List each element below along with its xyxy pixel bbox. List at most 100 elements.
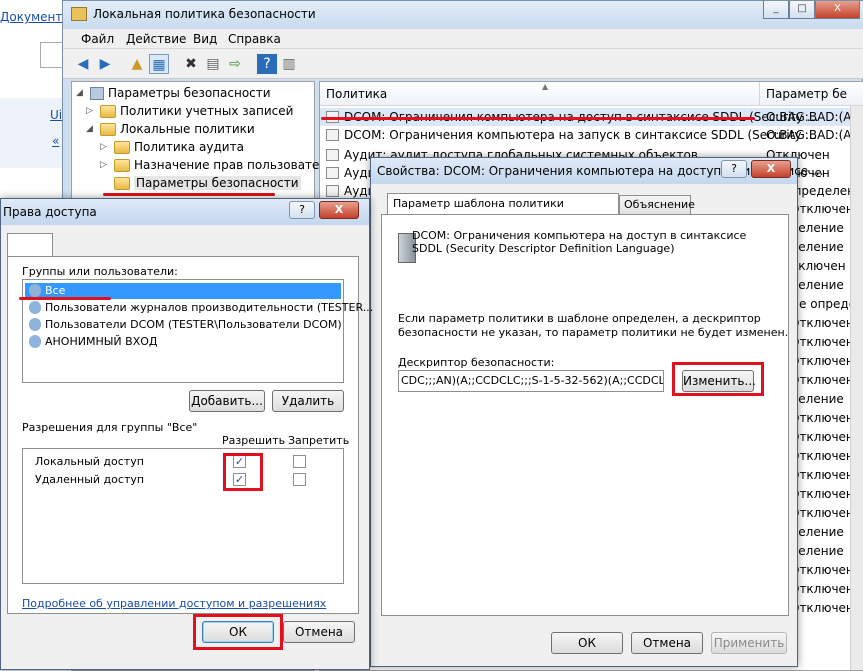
users-list: Все Пользователи журналов производительн…	[22, 279, 373, 383]
apply-button[interactable]: Применить	[711, 632, 787, 654]
vertical-scrollbar[interactable]	[850, 106, 863, 670]
dialog-titlebar: Права доступа ? X	[1, 199, 369, 225]
permissions-label: Разрешения для группы "Все"	[22, 421, 198, 434]
list-item[interactable]: АНОНИМНЫЙ ВХОД	[25, 334, 341, 350]
tree-root[interactable]: ◢ Параметры безопасности	[76, 86, 271, 100]
access-dialog: Права доступа ? X Группы или пользовател…	[0, 198, 373, 670]
groups-label: Группы или пользователи:	[22, 265, 178, 278]
value-cell: Отключен	[790, 506, 854, 520]
value-cell: деление	[790, 544, 844, 558]
background-link[interactable]: «	[52, 134, 59, 148]
forward-icon[interactable]: ▶	[95, 54, 115, 74]
tab-security[interactable]	[7, 233, 53, 257]
menu-view[interactable]: Вид	[193, 32, 217, 46]
deny-checkbox[interactable]	[293, 455, 306, 468]
red-highlight-box	[672, 362, 764, 396]
up-folder-icon[interactable]: ▲	[127, 54, 147, 74]
red-underline	[103, 193, 275, 196]
background-link[interactable]: Ui	[50, 108, 62, 122]
value-cell: Отключен	[790, 430, 854, 444]
menu-file[interactable]: Файл	[81, 32, 114, 46]
table-row[interactable]: DCOM: Ограничения компьютера на запуск в…	[320, 126, 863, 144]
folder-icon	[114, 158, 130, 172]
tree-item-security-options[interactable]: Параметры безопасности	[100, 176, 301, 190]
user-name: Пользователи журналов производительности…	[45, 301, 374, 314]
column-header-policy[interactable]: Политика	[320, 82, 760, 106]
help-link[interactable]: Подробнее об управлении доступом и разре…	[22, 597, 326, 610]
user-group-icon	[29, 301, 41, 314]
value-cell: Отключен	[790, 601, 854, 615]
tab-template[interactable]: Параметр шаблона политики безопасности	[387, 193, 619, 230]
sort-arrow-icon: ▲	[542, 82, 549, 91]
red-highlight-box	[193, 614, 283, 650]
red-underline	[19, 297, 111, 300]
policy-icon	[326, 149, 339, 161]
menu-help[interactable]: Справка	[228, 32, 281, 46]
value-cell: деление	[790, 240, 844, 254]
collapse-arrow-icon[interactable]: ◢	[86, 124, 96, 134]
maximize-button[interactable]: □	[789, 1, 815, 19]
value-cell: Отключен	[790, 468, 854, 482]
show-hide-icon[interactable]: ▥	[279, 54, 299, 74]
help-icon[interactable]: ?	[257, 54, 277, 74]
value-cell: Отключен	[790, 373, 854, 387]
descriptor-field[interactable]: CDC;;;AN)(A;;CCDCLC;;;S-1-5-32-562)(A;;C…	[398, 370, 664, 392]
permission-name: Удаленный доступ	[35, 473, 145, 486]
help-button[interactable]: ?	[289, 201, 315, 219]
ok-button[interactable]: ОК	[551, 632, 623, 654]
value-cell: Отключен	[790, 487, 854, 501]
minimize-button[interactable]: _	[763, 1, 789, 19]
red-underline	[321, 117, 755, 120]
cancel-button[interactable]: Отмена	[283, 621, 355, 643]
value-cell: Отключен	[790, 449, 854, 463]
deny-header: Запретить	[288, 434, 350, 447]
tree-item-user-rights[interactable]: ▷ Назначение прав пользователя	[100, 158, 334, 172]
policy-icon	[326, 167, 339, 179]
tab-panel: Группы или пользователи: Все Пользовател…	[7, 256, 373, 614]
tab-explanation[interactable]: Объяснение	[619, 195, 695, 215]
value-cell: Включен	[790, 259, 846, 273]
expand-arrow-icon[interactable]: ▷	[100, 160, 110, 170]
console-tree-icon[interactable]: ▦	[149, 54, 169, 74]
back-icon[interactable]: ◀	[73, 54, 93, 74]
policy-name: DCOM: Ограничения компьютера на доступ в…	[412, 229, 747, 242]
help-button[interactable]: ?	[721, 160, 747, 178]
background-link[interactable]: Документ	[0, 10, 62, 24]
folder-icon	[114, 140, 130, 154]
expand-arrow-icon[interactable]: ▷	[86, 106, 96, 116]
collapse-arrow-icon[interactable]: ◢	[76, 88, 86, 98]
close-button[interactable]: X	[815, 1, 860, 19]
main-titlebar: Локальная политика безопасности _ □ X	[63, 1, 863, 29]
menu-action[interactable]: Действие	[126, 32, 186, 46]
dialog-close-button[interactable]: X	[319, 201, 359, 219]
dialog-close-button[interactable]: X	[751, 160, 791, 178]
allow-header: Разрешить	[222, 434, 286, 447]
user-name: Пользователи DCOM (TESTER\Пользователи D…	[45, 318, 342, 331]
user-name: Все	[45, 284, 66, 297]
tree-item-account-policies[interactable]: ▷ Политики учетных записей	[86, 104, 293, 118]
refresh-icon[interactable]: ⇨	[225, 54, 245, 74]
policy-icon	[326, 129, 339, 141]
add-button[interactable]: Добавить...	[189, 390, 265, 412]
properties-icon[interactable]: ▤	[203, 54, 223, 74]
list-item[interactable]: Пользователи журналов производительности…	[25, 300, 373, 316]
red-highlight-box	[223, 453, 263, 491]
window-title: Локальная политика безопасности	[93, 7, 316, 21]
tree-label: Параметры безопасности	[108, 86, 271, 100]
deny-checkbox[interactable]	[293, 473, 306, 486]
tree-item-local-policies[interactable]: ◢ Локальные политики	[86, 122, 255, 136]
delete-icon[interactable]: ✖	[181, 54, 201, 74]
user-group-icon	[29, 335, 41, 348]
cancel-button[interactable]: Отмена	[631, 632, 703, 654]
list-item[interactable]: Пользователи DCOM (TESTER\Пользователи D…	[25, 317, 342, 333]
tree-item-audit-policy[interactable]: ▷ Политика аудита	[100, 140, 244, 154]
folder-icon	[100, 122, 116, 136]
column-header-setting[interactable]: Параметр бе	[760, 82, 863, 106]
permissions-list: Локальный доступ ✓ Удаленный доступ ✓	[22, 448, 344, 584]
remove-button[interactable]: Удалить	[272, 390, 344, 412]
expand-arrow-icon[interactable]: ▷	[100, 142, 110, 152]
value-cell: Отключен	[790, 582, 854, 596]
value-cell: Отключен	[790, 563, 854, 577]
info-text: Если параметр политики в шаблоне определ…	[398, 312, 761, 325]
security-settings-icon	[90, 86, 104, 100]
